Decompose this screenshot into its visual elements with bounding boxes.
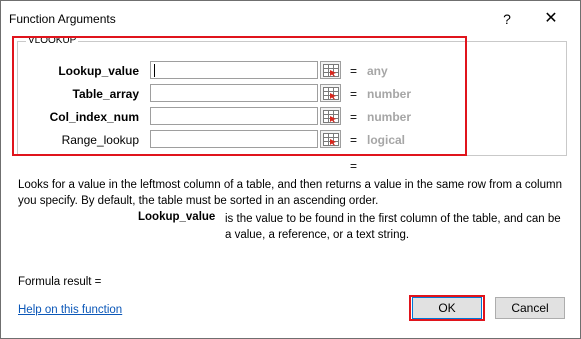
dialog-title: Function Arguments xyxy=(9,12,116,26)
arguments-highlight-box xyxy=(12,36,467,156)
arg-help-text: is the value to be found in the first co… xyxy=(225,213,561,241)
help-on-function-link[interactable]: Help on this function xyxy=(18,304,122,316)
close-button[interactable]: ✕ xyxy=(539,8,563,30)
cancel-button[interactable]: Cancel xyxy=(495,297,565,319)
function-description: Looks for a value in the leftmost column… xyxy=(18,179,562,207)
function-result-equals: = xyxy=(350,159,358,173)
function-arguments-dialog: Function Arguments ? ✕ VLOOKUP Lookup_va… xyxy=(0,0,581,339)
ok-highlight-box xyxy=(409,295,485,321)
title-bar: Function Arguments ? ✕ xyxy=(1,1,580,35)
formula-result-label: Formula result = xyxy=(18,276,102,288)
arg-help-name: Lookup_value xyxy=(138,211,216,223)
help-question-button[interactable]: ? xyxy=(497,10,517,28)
